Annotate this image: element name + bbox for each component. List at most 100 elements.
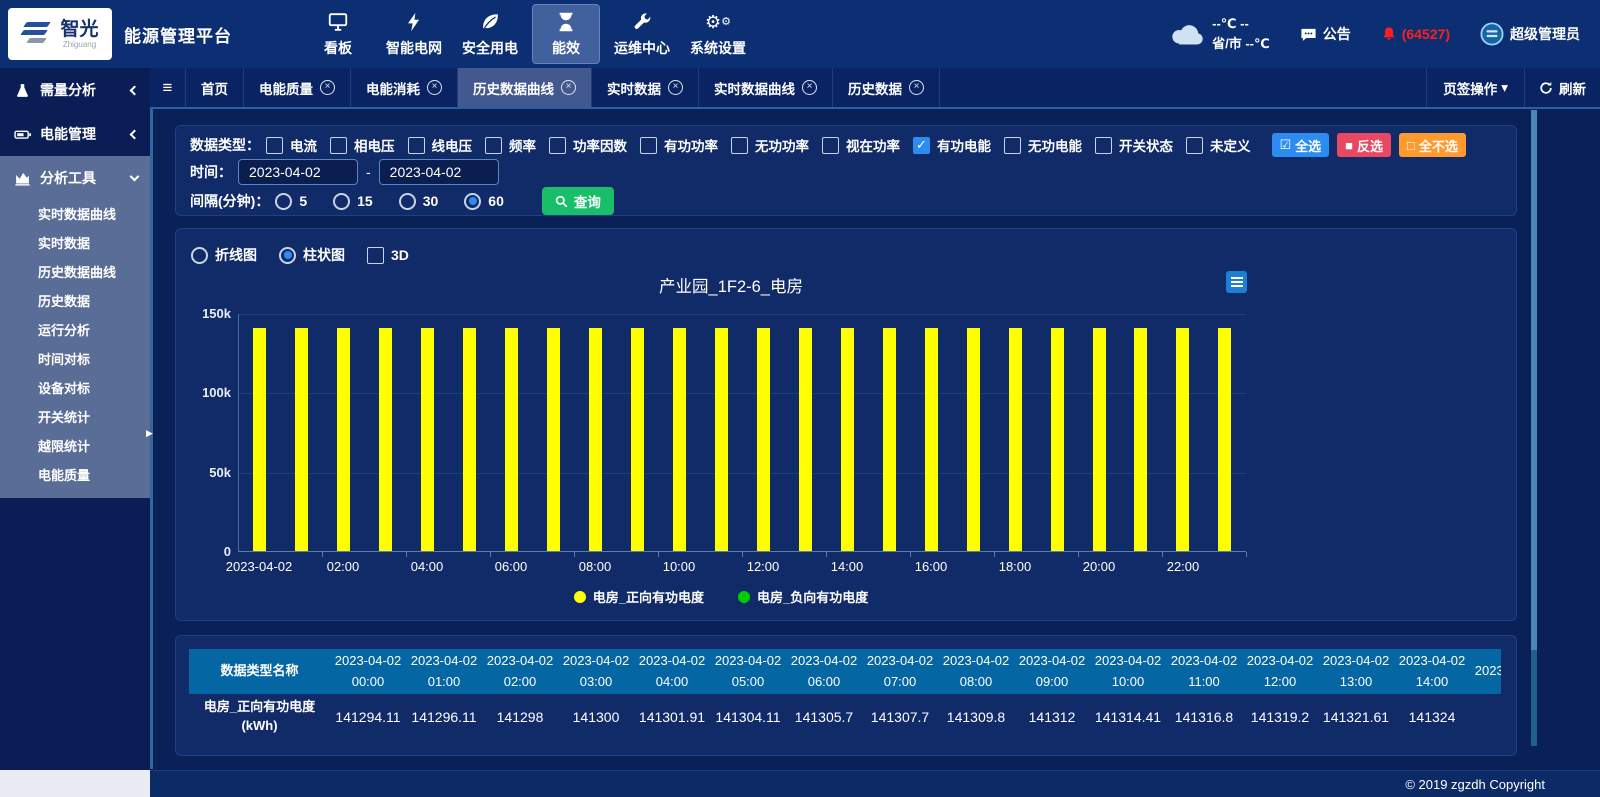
x-axis-label: 20:00: [1083, 559, 1116, 574]
date-from-input[interactable]: [238, 159, 358, 185]
bar-chart-radio[interactable]: 柱状图: [279, 245, 345, 265]
tab-历史数据曲线[interactable]: 历史数据曲线 ×: [458, 68, 592, 107]
checkbox-有功电能[interactable]: 有功电能: [913, 135, 991, 155]
bar: [253, 328, 266, 551]
tab-close-icon[interactable]: ×: [909, 80, 924, 95]
bar: [589, 328, 602, 551]
x-axis-tick: [574, 552, 575, 557]
interval-radio-30[interactable]: 30: [399, 193, 439, 210]
table-col-header: 2023-04-0213:00: [1318, 649, 1394, 694]
nav-item-能效[interactable]: 能效: [532, 4, 600, 64]
tab-实时数据曲线[interactable]: 实时数据曲线×: [699, 68, 833, 107]
x-axis-tick: [742, 552, 743, 557]
checkbox-无功电能[interactable]: 无功电能: [1004, 135, 1082, 155]
bar: [967, 328, 980, 551]
announcement-button[interactable]: 公告: [1300, 24, 1351, 44]
chart-mode-controls: 折线图 柱状图 3D: [191, 243, 1501, 267]
nav-item-系统设置[interactable]: ⚙⚙系统设置: [684, 4, 752, 64]
checkbox-icon: [731, 137, 748, 154]
chart-panel: 折线图 柱状图 3D 产业园_1F2-6_电房 050k100k150k2023…: [175, 228, 1517, 621]
query-button[interactable]: 查询: [542, 187, 614, 215]
checkbox-label: 无功功率: [755, 135, 809, 155]
date-to-input[interactable]: [379, 159, 499, 185]
user-menu[interactable]: 超级管理员: [1480, 22, 1580, 46]
sidebar-item-运行分析[interactable]: 运行分析: [0, 316, 150, 345]
interval-radio-60[interactable]: 60: [464, 193, 504, 210]
radio-icon: [275, 193, 292, 210]
sidebar-item-时间对标[interactable]: 时间对标: [0, 345, 150, 374]
sidebar-item-电能质量[interactable]: 电能质量: [0, 461, 150, 490]
app-header: 智光 Zhiguang 能源管理平台 看板智能电网安全用电能效运维中心⚙⚙系统设…: [0, 0, 1600, 68]
checkbox-电流[interactable]: 电流: [266, 135, 317, 155]
checkbox-label: 线电压: [432, 135, 473, 155]
bar-slot: [952, 314, 994, 551]
interval-radio-5[interactable]: 5: [275, 193, 307, 210]
checkbox-无功功率[interactable]: 无功功率: [731, 135, 809, 155]
sidebar-item-实时数据曲线[interactable]: 实时数据曲线: [0, 200, 150, 229]
tab-电能质量[interactable]: 电能质量 ×: [244, 68, 351, 107]
alarm-button[interactable]: (64527): [1381, 26, 1450, 42]
tab-电能消耗[interactable]: 电能消耗×: [351, 68, 458, 107]
invert-selection-button[interactable]: ■ 反选: [1337, 133, 1391, 157]
sidebar-item-设备对标[interactable]: 设备对标: [0, 374, 150, 403]
checkbox-有功功率[interactable]: 有功功率: [640, 135, 718, 155]
tab-历史数据[interactable]: 历史数据×: [833, 68, 940, 107]
bar: [1218, 328, 1231, 551]
tab-operations-dropdown[interactable]: 页签操作 ▾: [1426, 68, 1524, 107]
legend-item-电房_正向有功电度[interactable]: 电房_正向有功电度: [574, 587, 704, 606]
chart-toolbox-icon[interactable]: [1226, 271, 1247, 293]
bar-slot: [700, 314, 742, 551]
cloud-icon: [1169, 21, 1205, 48]
sidebar-group-分析工具[interactable]: 分析工具: [0, 156, 150, 200]
bar: [463, 328, 476, 551]
sidebar-group-电能管理[interactable]: 电能管理: [0, 112, 150, 156]
select-all-button[interactable]: ☑ 全选: [1272, 133, 1330, 157]
footer-left-spacer: [0, 770, 150, 797]
sidebar-item-历史数据曲线[interactable]: 历史数据曲线: [0, 258, 150, 287]
sidebar-item-越限统计[interactable]: 越限统计: [0, 432, 150, 461]
sidebar-item-历史数据[interactable]: 历史数据: [0, 287, 150, 316]
nav-item-智能电网[interactable]: 智能电网: [380, 4, 448, 64]
sidebar-item-实时数据[interactable]: 实时数据: [0, 229, 150, 258]
sidebar-group-需量分析[interactable]: 需量分析: [0, 68, 150, 112]
bar-slot: [1078, 314, 1120, 551]
tab-label: 电能质量: [259, 78, 313, 98]
sidebar-item-开关统计[interactable]: 开关统计: [0, 403, 150, 432]
scrollbar-thumb[interactable]: [1531, 110, 1537, 650]
nav-item-label: 系统设置: [690, 38, 746, 58]
menu-toggle-icon[interactable]: ≡: [150, 68, 186, 107]
bar-slot: [1204, 314, 1246, 551]
tab-close-icon[interactable]: ×: [427, 80, 442, 95]
tab-close-icon[interactable]: ×: [561, 80, 576, 95]
legend-item-电房_负向有功电度[interactable]: 电房_负向有功电度: [738, 587, 868, 606]
sidebar-collapse-handle[interactable]: ▶: [146, 428, 153, 439]
checkbox-功率因数[interactable]: 功率因数: [549, 135, 627, 155]
table-cell: 141304.11: [710, 694, 786, 740]
line-chart-radio[interactable]: 折线图: [191, 245, 257, 265]
mode-3d-checkbox[interactable]: 3D: [367, 247, 409, 264]
tab-label: 历史数据曲线: [473, 78, 554, 98]
nav-item-安全用电[interactable]: 安全用电: [456, 4, 524, 64]
bar-slot: [491, 314, 533, 551]
nav-item-看板[interactable]: 看板: [304, 4, 372, 64]
tab-close-icon[interactable]: ×: [320, 80, 335, 95]
checkbox-未定义[interactable]: 未定义: [1186, 135, 1251, 155]
checkbox-相电压[interactable]: 相电压: [330, 135, 395, 155]
checkbox-开关状态[interactable]: 开关状态: [1095, 135, 1173, 155]
interval-radio-15[interactable]: 15: [333, 193, 373, 210]
checkbox-视在功率[interactable]: 视在功率: [822, 135, 900, 155]
table-col-header: 2023-04-0206:00: [786, 649, 862, 694]
nav-item-label: 能效: [552, 38, 580, 58]
tab-operations-label: 页签操作: [1443, 78, 1497, 98]
tab-首页[interactable]: 首页: [186, 68, 244, 107]
select-none-button[interactable]: □ 全不选: [1399, 133, 1466, 157]
y-axis-label: 0: [191, 544, 231, 559]
vertical-scrollbar[interactable]: [1531, 110, 1537, 746]
nav-item-运维中心[interactable]: 运维中心: [608, 4, 676, 64]
tab-实时数据[interactable]: 实时数据×: [592, 68, 699, 107]
checkbox-线电压[interactable]: 线电压: [408, 135, 473, 155]
refresh-button[interactable]: 刷新: [1524, 68, 1600, 107]
tab-close-icon[interactable]: ×: [802, 80, 817, 95]
checkbox-频率[interactable]: 频率: [485, 135, 536, 155]
tab-close-icon[interactable]: ×: [668, 80, 683, 95]
